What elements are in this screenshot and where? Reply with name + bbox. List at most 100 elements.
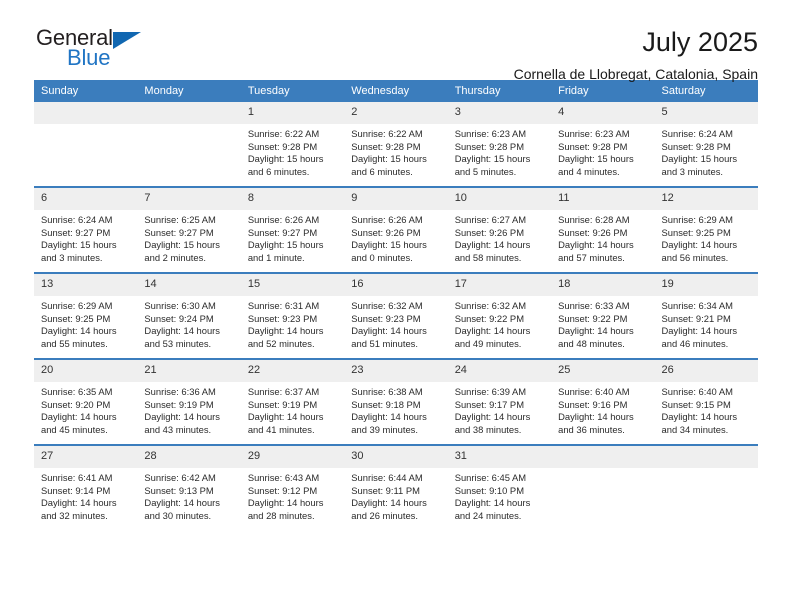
weekday-header-wednesday: Wednesday [344,80,448,102]
calendar-day-cell[interactable]: 6 Sunrise: 6:24 AM Sunset: 9:27 PM Daylight… [34,186,138,273]
calendar-table: Sunday Monday Tuesday Wednesday Thursday… [34,80,758,530]
sunset-text: Sunset: 9:11 PM [351,484,420,496]
calendar-day-cell[interactable]: 2 Sunrise: 6:22 AM Sunset: 9:28 PM Daylight… [344,102,448,187]
calendar-day-cell[interactable]: 7 Sunrise: 6:25 AM Sunset: 9:27 PM Daylight… [137,186,241,273]
day-number: 15 [240,274,345,296]
calendar-day-cell[interactable]: 29 Sunrise: 6:43 AM Sunset: 9:12 PM Dayligh… [240,444,345,530]
daylight-text: Daylight: 14 hours and 49 minutes. [454,325,531,349]
sunrise-text: Sunrise: 6:27 AM [454,214,527,225]
sunrise-text: Sunrise: 6:28 AM [558,214,630,225]
calendar-day-cell[interactable]: 8 Sunrise: 6:26 AM Sunset: 9:27 PM Daylight… [240,186,345,273]
sunset-text: Sunset: 9:23 PM [351,312,421,324]
day-details: Sunrise: 6:30 AM Sunset: 9:24 PM Daylight:… [137,296,240,350]
calendar-day-cell[interactable]: 10 Sunrise: 6:27 AM Sunset: 9:26 PM Dayligh… [447,186,552,273]
calendar-day-cell[interactable]: 25 Sunrise: 6:40 AM Sunset: 9:16 PM Dayligh… [551,358,655,445]
day-number: 19 [654,274,758,296]
weekday-header-tuesday: Tuesday [240,80,345,102]
sunrise-text: Sunrise: 6:24 AM [661,128,733,139]
calendar-day-cell[interactable]: 28 Sunrise: 6:42 AM Sunset: 9:13 PM Dayligh… [137,444,241,530]
calendar-day-cell[interactable]: 26 Sunrise: 6:40 AM Sunset: 9:15 PM Dayligh… [654,358,758,445]
calendar-day-cell[interactable]: 3 Sunrise: 6:23 AM Sunset: 9:28 PM Daylight… [447,102,552,187]
daylight-text: Daylight: 14 hours and 53 minutes. [144,325,220,349]
day-number: 2 [344,102,448,124]
sunrise-text: Sunrise: 6:36 AM [144,386,216,397]
calendar-day-cell[interactable]: 20 Sunrise: 6:35 AM Sunset: 9:20 PM Dayligh… [34,358,138,445]
sunrise-text: Sunrise: 6:26 AM [351,214,423,225]
calendar-day-cell[interactable]: 24 Sunrise: 6:39 AM Sunset: 9:17 PM Dayligh… [447,358,552,445]
calendar-day-cell[interactable]: 21 Sunrise: 6:36 AM Sunset: 9:19 PM Dayligh… [137,358,241,445]
page-title: July 2025 [642,27,758,57]
sunset-text: Sunset: 9:20 PM [41,398,111,410]
day-number: 22 [240,360,345,382]
calendar-day-cell[interactable]: 5 Sunrise: 6:24 AM Sunset: 9:28 PM Daylight… [654,102,758,187]
calendar-day-cell[interactable]: 27 Sunrise: 6:41 AM Sunset: 9:14 PM Dayligh… [34,444,138,530]
day-details: Sunrise: 6:35 AM Sunset: 9:20 PM Daylight:… [34,382,137,436]
daylight-text: Daylight: 14 hours and 39 minutes. [351,411,427,435]
calendar-day-cell[interactable]: 1 Sunrise: 6:22 AM Sunset: 9:28 PM Daylight… [240,102,345,187]
sunset-text: Sunset: 9:26 PM [454,226,524,238]
daylight-text: Daylight: 14 hours and 41 minutes. [247,411,324,435]
calendar-day-cell[interactable]: 31 Sunrise: 6:45 AM Sunset: 9:10 PM Dayligh… [447,444,552,530]
day-number: 1 [240,102,345,124]
calendar-day-cell[interactable]: 22 Sunrise: 6:37 AM Sunset: 9:19 PM Dayligh… [240,358,345,445]
calendar-day-cell[interactable]: 9 Sunrise: 6:26 AM Sunset: 9:26 PM Daylight… [344,186,448,273]
day-number: 8 [240,188,345,210]
sunrise-text: Sunrise: 6:35 AM [41,386,113,397]
daylight-text: Daylight: 14 hours and 57 minutes. [558,239,634,263]
sunrise-text: Sunrise: 6:44 AM [351,472,423,483]
day-number: 27 [34,446,138,468]
daylight-text: Daylight: 15 hours and 3 minutes. [41,239,117,263]
sunset-text: Sunset: 9:17 PM [454,398,524,410]
sunrise-text: Sunrise: 6:42 AM [144,472,216,483]
sunrise-text: Sunrise: 6:37 AM [247,386,320,397]
day-details: Sunrise: 6:24 AM Sunset: 9:27 PM Daylight:… [34,210,137,264]
day-details: Sunrise: 6:32 AM Sunset: 9:23 PM Daylight:… [344,296,447,350]
calendar-day-cell[interactable]: 14 Sunrise: 6:30 AM Sunset: 9:24 PM Dayligh… [137,272,241,359]
calendar-day-cell[interactable]: 17 Sunrise: 6:32 AM Sunset: 9:22 PM Dayligh… [447,272,552,359]
day-number: 6 [34,188,138,210]
sunrise-text: Sunrise: 6:29 AM [661,214,733,225]
day-details: Sunrise: 6:40 AM Sunset: 9:15 PM Daylight:… [655,382,758,436]
calendar-cell-empty [137,102,241,187]
sunrise-text: Sunrise: 6:43 AM [247,472,320,483]
day-details: Sunrise: 6:45 AM Sunset: 9:10 PM Daylight:… [448,468,551,522]
daylight-text: Daylight: 15 hours and 0 minutes. [351,239,427,263]
calendar-day-cell[interactable]: 12 Sunrise: 6:29 AM Sunset: 9:25 PM Dayligh… [654,186,758,273]
day-details: Sunrise: 6:22 AM Sunset: 9:28 PM Daylight:… [344,124,447,178]
calendar-day-cell[interactable]: 15 Sunrise: 6:31 AM Sunset: 9:23 PM Dayligh… [240,272,345,359]
sunset-text: Sunset: 9:15 PM [661,398,731,410]
sunset-text: Sunset: 9:27 PM [41,226,111,238]
calendar-day-cell[interactable]: 13 Sunrise: 6:29 AM Sunset: 9:25 PM Dayligh… [34,272,138,359]
brand-logo[interactable]: General Blue [34,26,196,74]
calendar-day-cell[interactable]: 30 Sunrise: 6:44 AM Sunset: 9:11 PM Dayligh… [344,444,448,530]
sunrise-text: Sunrise: 6:25 AM [144,214,216,225]
daylight-text: Daylight: 14 hours and 36 minutes. [558,411,634,435]
sunrise-text: Sunrise: 6:24 AM [41,214,113,225]
sunset-text: Sunset: 9:28 PM [454,140,524,152]
sunset-text: Sunset: 9:19 PM [144,398,214,410]
calendar-day-cell[interactable]: 23 Sunrise: 6:38 AM Sunset: 9:18 PM Dayligh… [344,358,448,445]
day-number: 20 [34,360,138,382]
day-details: Sunrise: 6:25 AM Sunset: 9:27 PM Daylight:… [137,210,240,264]
calendar-day-cell[interactable]: 4 Sunrise: 6:23 AM Sunset: 9:28 PM Daylight… [551,102,655,187]
calendar-day-cell[interactable]: 16 Sunrise: 6:32 AM Sunset: 9:23 PM Dayligh… [344,272,448,359]
sunset-text: Sunset: 9:25 PM [41,312,111,324]
sunset-text: Sunset: 9:24 PM [144,312,214,324]
day-details: Sunrise: 6:43 AM Sunset: 9:12 PM Daylight:… [241,468,344,522]
daylight-text: Daylight: 14 hours and 56 minutes. [661,239,738,263]
calendar-day-cell[interactable]: 18 Sunrise: 6:33 AM Sunset: 9:22 PM Dayligh… [551,272,655,359]
daylight-text: Daylight: 15 hours and 2 minutes. [144,239,220,263]
weekday-header-sunday: Sunday [34,80,138,102]
day-details: Sunrise: 6:36 AM Sunset: 9:19 PM Daylight:… [137,382,240,436]
day-number: 7 [137,188,241,210]
sunrise-text: Sunrise: 6:38 AM [351,386,423,397]
day-number [551,446,655,468]
daylight-text: Daylight: 14 hours and 34 minutes. [661,411,738,435]
calendar-day-cell[interactable]: 11 Sunrise: 6:28 AM Sunset: 9:26 PM Dayligh… [551,186,655,273]
sunrise-text: Sunrise: 6:32 AM [351,300,423,311]
daylight-text: Daylight: 14 hours and 48 minutes. [558,325,634,349]
sunrise-text: Sunrise: 6:22 AM [247,128,320,139]
day-details: Sunrise: 6:31 AM Sunset: 9:23 PM Daylight:… [241,296,344,350]
day-details: Sunrise: 6:24 AM Sunset: 9:28 PM Daylight:… [655,124,758,178]
calendar-day-cell[interactable]: 19 Sunrise: 6:34 AM Sunset: 9:21 PM Dayligh… [654,272,758,359]
